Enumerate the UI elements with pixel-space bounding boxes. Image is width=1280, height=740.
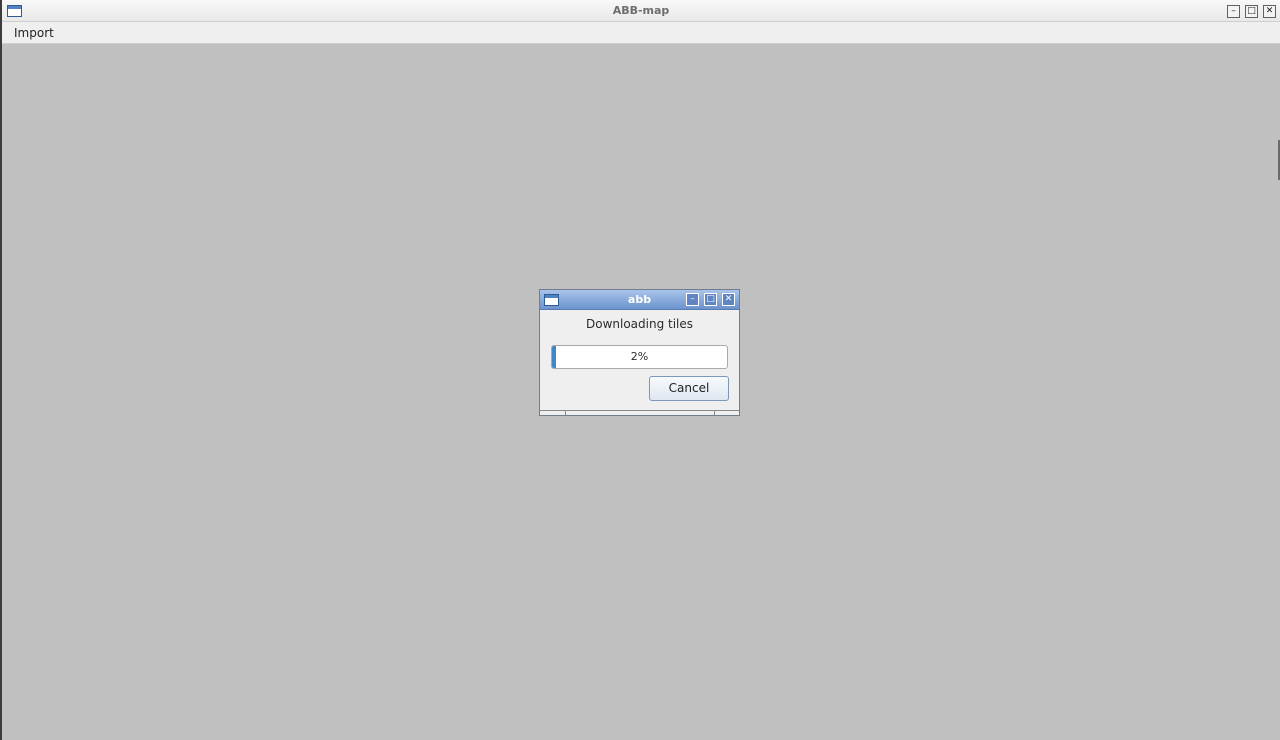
main-titlebar[interactable]: ABB-map – □ ✕ [2,0,1280,22]
dialog-bottom-tick [565,411,566,415]
menubar: Import [2,22,1280,44]
dialog-maximize-button[interactable]: □ [704,293,717,306]
cancel-button[interactable]: Cancel [649,376,729,401]
menu-import[interactable]: Import [12,22,56,44]
dialog-titlebar[interactable]: abb – □ ✕ [540,290,739,310]
dialog-close-button[interactable]: ✕ [722,293,735,306]
progress-text: 2% [630,350,649,363]
dialog-message: Downloading tiles [585,317,694,331]
maximize-button[interactable]: □ [1245,5,1258,18]
window-title: ABB-map [612,4,670,17]
close-button[interactable]: ✕ [1263,5,1276,18]
progress-bar: 2% [551,345,728,369]
dialog-bottom-tick [714,411,715,415]
progress-dialog: abb – □ ✕ Downloading tiles 2% Cancel [539,289,740,416]
minimize-button[interactable]: – [1227,5,1240,18]
dialog-minimize-button[interactable]: – [686,293,699,306]
dialog-bottom-edge [540,410,739,415]
